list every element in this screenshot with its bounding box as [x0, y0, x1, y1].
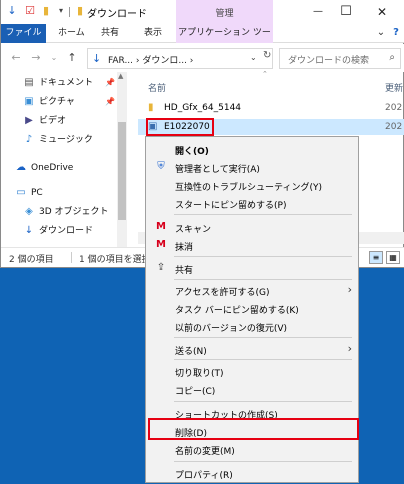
menu-item-pin-taskbar[interactable]: タスク バーにピン留めする(K): [146, 299, 358, 317]
tab-application-tools[interactable]: アプリケーション ツール: [176, 24, 273, 57]
up-icon[interactable]: ↑: [65, 51, 79, 65]
menu-separator: [174, 401, 352, 402]
address-dropdown-icon[interactable]: ⌄: [250, 53, 257, 62]
title-bar: ↓ ☑ ▮ ▾ ▮ ダウンロード 管理 — ☐ ✕: [1, 0, 404, 24]
window-title: ダウンロード: [87, 9, 147, 20]
menu-item-cut[interactable]: 切り取り(T): [146, 362, 358, 380]
navigation-pane: ▤ ドキュメント 📌 ▣ ピクチャ 📌 ▶ ビデオ ♪ ミュージック ☁ OneDrive…: [1, 72, 131, 247]
music-icon: ♪: [25, 134, 33, 145]
folder-icon[interactable]: ▮: [39, 4, 53, 18]
submenu-arrow-icon: ›: [347, 342, 352, 355]
window-folder-icon: ▮: [76, 4, 84, 17]
sidebar-item-3d-objects[interactable]: ◈ 3D オブジェクト: [23, 204, 108, 220]
address-path: FAR... › ダウンロ... ›: [108, 56, 194, 66]
download-icon: ↓: [24, 225, 34, 236]
forward-icon[interactable]: →: [29, 51, 43, 65]
selection-count: 1 個の項目を選択: [79, 255, 151, 265]
sidebar-scroll-thumb[interactable]: [118, 122, 126, 220]
tab-view[interactable]: 表示: [144, 24, 162, 43]
manage-context-band[interactable]: 管理: [176, 0, 273, 24]
menu-item-rename[interactable]: 名前の変更(M): [146, 440, 358, 458]
menu-separator: [174, 359, 352, 360]
submenu-arrow-icon: ›: [347, 283, 352, 296]
divider: [69, 7, 70, 17]
menu-item-erase[interactable]: M 抹消: [146, 236, 358, 254]
download-location-icon: ↓: [92, 52, 102, 65]
pin-icon[interactable]: 📌: [105, 78, 115, 87]
document-icon: ▤: [24, 77, 34, 88]
expand-ribbon-icon[interactable]: ⌄: [374, 26, 388, 40]
menu-separator: [174, 256, 352, 257]
cloud-icon: ☁: [16, 162, 26, 173]
sidebar-scrollbar[interactable]: ▲: [117, 72, 127, 247]
sidebar-item-downloads[interactable]: ↓ ダウンロード: [23, 223, 93, 239]
minimize-button[interactable]: —: [303, 3, 333, 21]
sort-indicator-icon: ⌃: [262, 70, 268, 78]
pictures-icon: ▣: [24, 96, 34, 107]
ribbon-tabs: ファイル ホーム 共有 表示 アプリケーション ツール ⌄ ?: [1, 24, 404, 57]
menu-item-pin-start[interactable]: スタートにピン留めする(P): [146, 194, 358, 212]
back-icon[interactable]: ←: [9, 51, 23, 65]
item-count: 2 個の項目: [9, 255, 54, 265]
search-input[interactable]: ダウンロードの検索 ⌕: [279, 48, 401, 69]
share-icon: ⇪: [156, 262, 166, 273]
menu-item-scan[interactable]: M スキャン: [146, 218, 358, 236]
maximize-button[interactable]: ☐: [331, 3, 361, 21]
sidebar-item-pc[interactable]: ▭ PC: [15, 185, 42, 201]
pc-icon: ▭: [16, 187, 26, 198]
menu-item-share[interactable]: ⇪ 共有: [146, 259, 358, 277]
divider: [71, 252, 72, 263]
address-bar-row: ← → ⌄ ↑ ↓ FAR... › ダウンロ... › ⌄ ↻ ダウンロードの…: [1, 44, 404, 72]
menu-item-compatibility[interactable]: 互換性のトラブルシューティング(Y): [146, 176, 358, 194]
video-icon: ▶: [25, 115, 33, 126]
column-header-date[interactable]: 更新: [385, 81, 403, 94]
pin-icon[interactable]: 📌: [105, 97, 115, 106]
tab-file[interactable]: ファイル: [1, 24, 46, 43]
quick-access-dropdown-icon[interactable]: ▾: [54, 4, 68, 18]
menu-item-send-to[interactable]: 送る(N) ›: [146, 340, 358, 358]
help-icon[interactable]: ?: [389, 26, 403, 40]
sidebar-item-onedrive[interactable]: ☁ OneDrive: [15, 160, 73, 176]
menu-item-copy[interactable]: コピー(C): [146, 380, 358, 398]
refresh-icon[interactable]: ↻: [263, 50, 271, 61]
menu-item-open[interactable]: 開く(O): [146, 140, 358, 158]
menu-item-run-as-admin[interactable]: ⛨ 管理者として実行(A): [146, 158, 358, 176]
mcafee-icon: M: [156, 221, 166, 232]
sidebar-item-pictures[interactable]: ▣ ピクチャ: [23, 94, 75, 110]
menu-separator: [174, 337, 352, 338]
shield-icon: ⛨: [157, 161, 165, 172]
3d-objects-icon: ◈: [25, 206, 33, 217]
menu-separator: [174, 461, 352, 462]
search-icon: ⌕: [389, 52, 395, 63]
large-icons-view-icon[interactable]: ▦: [386, 251, 400, 264]
menu-separator: [174, 279, 352, 280]
menu-item-grant-access[interactable]: アクセスを許可する(G) ›: [146, 281, 358, 299]
list-item[interactable]: ▮ HD_Gfx_64_5144 202: [138, 100, 404, 116]
menu-item-properties[interactable]: プロパティ(R): [146, 464, 358, 482]
menu-item-restore-versions[interactable]: 以前のバージョンの復元(V): [146, 317, 358, 335]
tab-share[interactable]: 共有: [101, 24, 119, 43]
sidebar-item-documents[interactable]: ▤ ドキュメント: [23, 75, 93, 91]
mcafee-icon: M: [156, 239, 166, 250]
properties-check-icon[interactable]: ☑: [23, 4, 37, 18]
address-field[interactable]: ↓ FAR... › ダウンロ... › ⌄: [87, 48, 273, 69]
column-header-name[interactable]: 名前: [148, 81, 166, 94]
tab-home[interactable]: ホーム: [58, 24, 85, 43]
download-arrow-icon[interactable]: ↓: [5, 4, 19, 18]
manage-label: 管理: [215, 9, 234, 19]
close-button[interactable]: ✕: [367, 3, 397, 21]
highlight-box-file: [146, 118, 214, 136]
details-view-icon[interactable]: ≡: [369, 251, 383, 264]
scroll-up-icon[interactable]: ▲: [118, 72, 123, 80]
recent-dropdown-icon[interactable]: ⌄: [47, 51, 61, 65]
menu-separator: [174, 214, 352, 215]
search-placeholder: ダウンロードの検索: [288, 56, 370, 66]
sidebar-item-music[interactable]: ♪ ミュージック: [23, 132, 93, 148]
folder-icon: ▮: [148, 102, 154, 113]
sidebar-item-videos[interactable]: ▶ ビデオ: [23, 113, 66, 129]
highlight-box-delete: [148, 418, 359, 440]
